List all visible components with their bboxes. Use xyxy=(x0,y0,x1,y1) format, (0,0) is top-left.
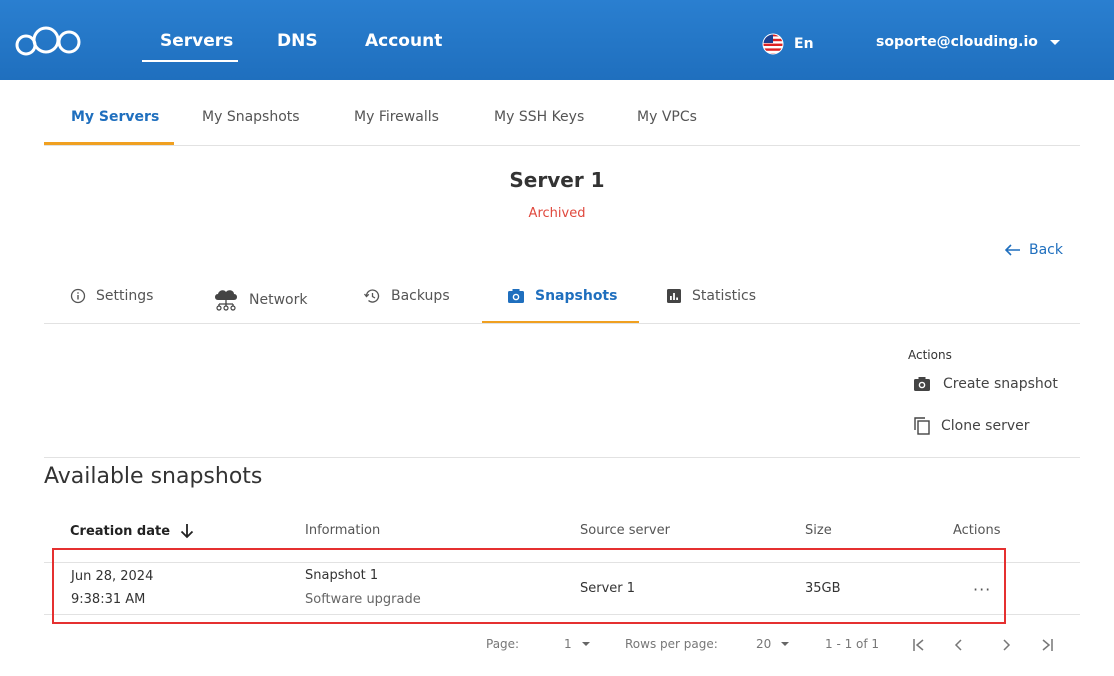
language-label: En xyxy=(794,36,814,52)
tab-backups[interactable]: Backups xyxy=(363,288,450,304)
camera-icon xyxy=(914,377,930,391)
highlighted-row-outline xyxy=(52,548,1006,624)
clone-server-label: Clone server xyxy=(941,418,1030,434)
nav-account[interactable]: Account xyxy=(365,31,442,51)
chevron-down-icon xyxy=(781,642,790,646)
tab-snapshots-label: Snapshots xyxy=(535,288,618,304)
clouding-logo[interactable] xyxy=(14,26,94,58)
column-header-label: Creation date xyxy=(70,523,171,539)
tab-my-vpcs[interactable]: My VPCs xyxy=(637,109,697,125)
language-selector[interactable]: En xyxy=(762,33,814,55)
column-header-information: Information xyxy=(305,523,381,538)
rows-per-page-value: 20 xyxy=(756,637,772,651)
tab-statistics[interactable]: Statistics xyxy=(666,288,756,304)
server-tabs: Settings Network Backups Snapshots Stati… xyxy=(44,275,1080,324)
tab-settings[interactable]: Settings xyxy=(70,288,153,304)
clone-server-button[interactable]: Clone server xyxy=(913,416,1029,436)
primary-tabs: My Servers My Snapshots My Firewalls My … xyxy=(44,95,1080,146)
network-cloud-icon xyxy=(215,290,237,311)
user-email: soporte@clouding.io xyxy=(876,34,1038,50)
tab-statistics-label: Statistics xyxy=(692,288,756,304)
server-title: Server 1 xyxy=(509,168,605,192)
pagination-range: 1 - 1 of 1 xyxy=(825,637,880,651)
back-label: Back xyxy=(1029,242,1063,258)
tab-my-firewalls[interactable]: My Firewalls xyxy=(354,109,439,125)
tab-settings-label: Settings xyxy=(96,288,154,304)
active-tab-indicator xyxy=(44,142,174,145)
last-page-icon[interactable] xyxy=(1040,638,1054,652)
bar-chart-icon xyxy=(667,289,681,303)
tab-my-ssh-keys[interactable]: My SSH Keys xyxy=(494,109,584,125)
tab-my-snapshots[interactable]: My Snapshots xyxy=(202,109,300,125)
previous-page-icon[interactable] xyxy=(952,638,966,652)
column-header-size: Size xyxy=(805,523,832,538)
column-header-source-server: Source server xyxy=(580,523,670,538)
info-icon xyxy=(70,288,86,304)
arrow-left-icon xyxy=(1005,244,1020,256)
us-flag-icon xyxy=(762,33,784,55)
tab-snapshots[interactable]: Snapshots xyxy=(507,288,617,304)
tab-network-label: Network xyxy=(249,292,308,308)
column-header-creation-date[interactable]: Creation date xyxy=(70,523,194,539)
history-icon xyxy=(363,289,380,303)
tab-network[interactable]: Network xyxy=(213,288,307,312)
chevron-down-icon xyxy=(1049,39,1060,45)
rows-per-page-select[interactable]: 20 xyxy=(756,637,790,651)
page-label: Page: xyxy=(486,637,520,651)
nav-servers[interactable]: Servers xyxy=(160,31,233,51)
page-select-value: 1 xyxy=(564,637,572,651)
next-page-icon[interactable] xyxy=(999,638,1013,652)
rows-per-page-label: Rows per page: xyxy=(625,637,718,651)
chevron-down-icon xyxy=(581,642,590,646)
actions-heading: Actions xyxy=(908,348,952,362)
nav-dns[interactable]: DNS xyxy=(277,31,318,51)
copy-icon xyxy=(914,417,930,435)
tab-my-servers[interactable]: My Servers xyxy=(71,109,159,125)
column-header-actions: Actions xyxy=(953,523,1001,538)
snapshots-section-title: Available snapshots xyxy=(44,464,263,489)
tab-backups-label: Backups xyxy=(391,288,450,304)
camera-icon xyxy=(508,289,524,303)
user-menu[interactable]: soporte@clouding.io xyxy=(876,34,1060,50)
page-select[interactable]: 1 xyxy=(564,637,590,651)
top-navigation-bar: Servers DNS Account En soporte@clouding.… xyxy=(0,0,1114,80)
active-server-tab-indicator xyxy=(482,321,639,323)
sort-descending-arrow-icon xyxy=(180,524,194,539)
server-status: Archived xyxy=(528,206,586,221)
create-snapshot-button[interactable]: Create snapshot xyxy=(913,376,1058,392)
nav-active-indicator xyxy=(142,60,238,62)
first-page-icon[interactable] xyxy=(912,638,926,652)
section-divider xyxy=(44,457,1080,458)
back-link[interactable]: Back xyxy=(1005,242,1063,258)
create-snapshot-label: Create snapshot xyxy=(943,376,1058,392)
